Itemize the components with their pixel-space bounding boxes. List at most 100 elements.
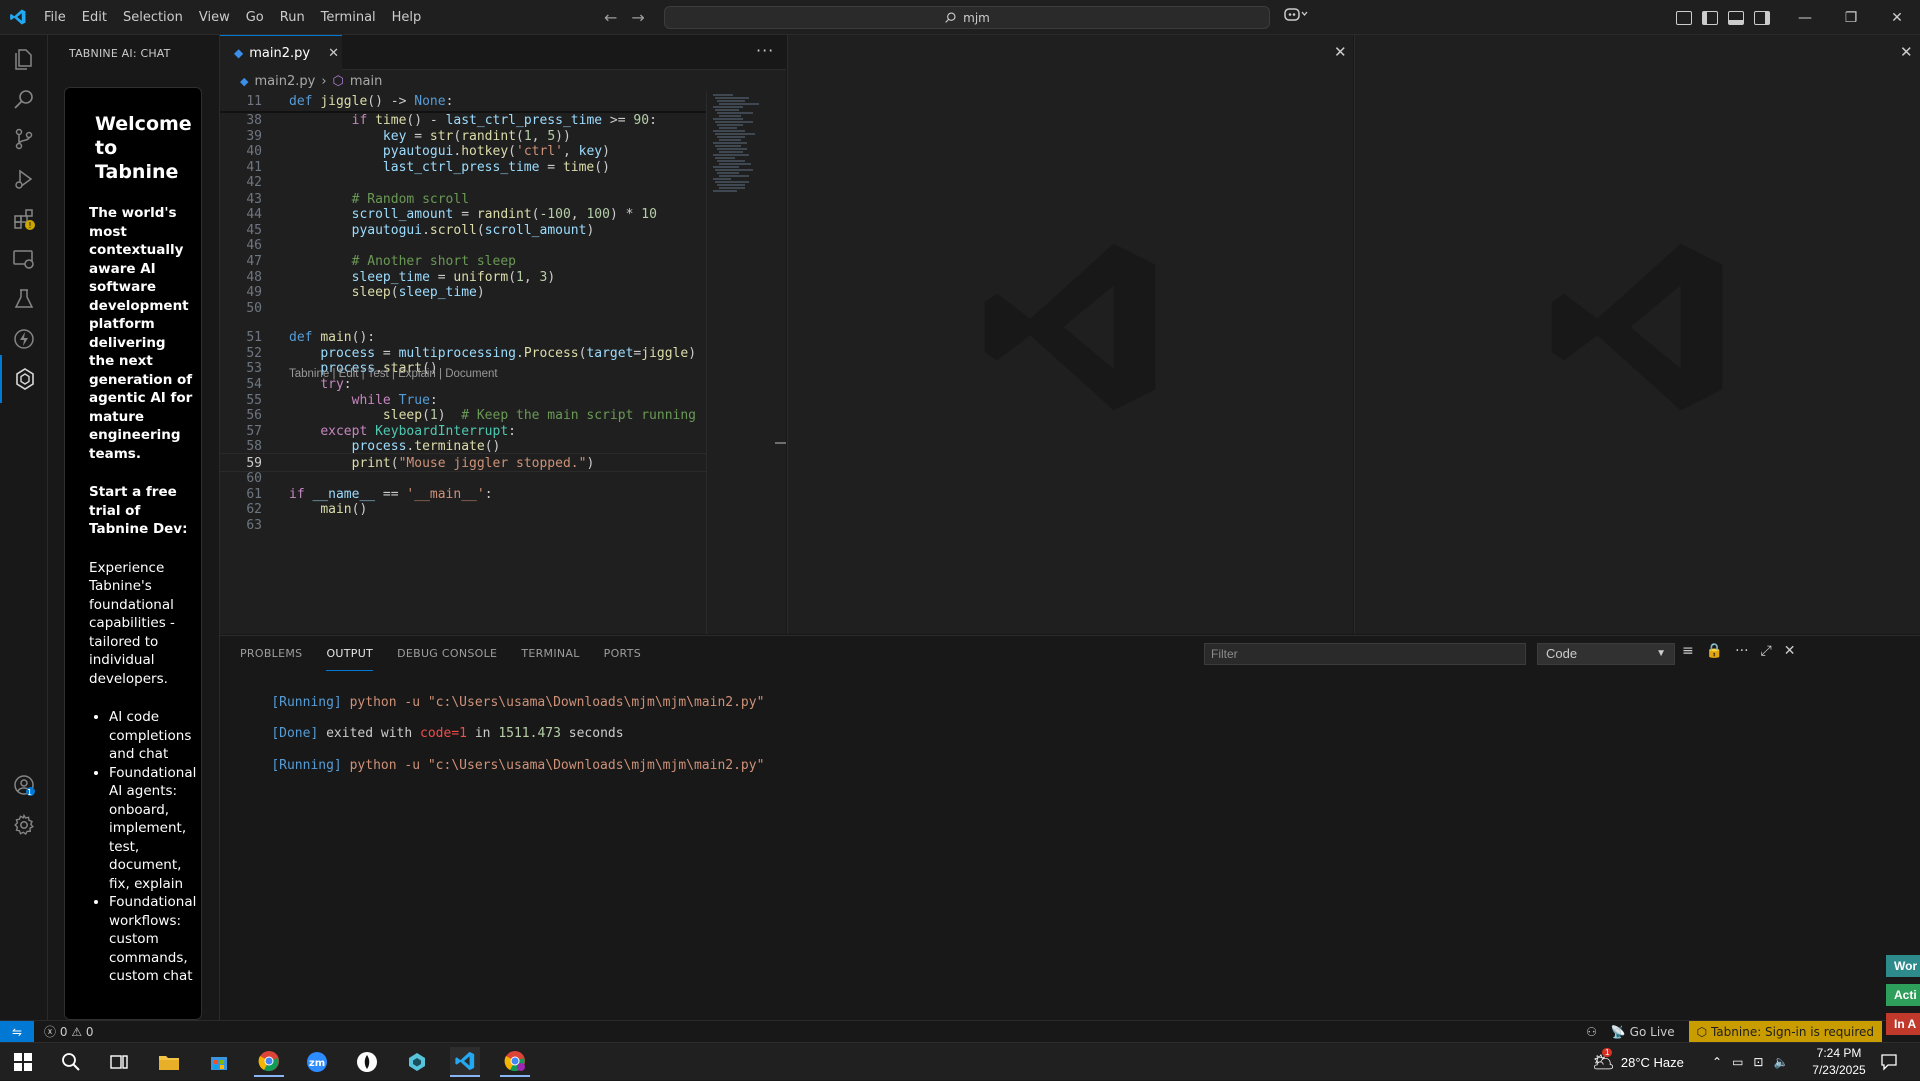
tabnine-status-button[interactable]: ⬡ Tabnine: Sign-in is required (1688, 1021, 1882, 1043)
system-tray: ⌃ ▭ ⊡ 🔈 (1712, 1043, 1788, 1081)
tab-debug-console[interactable]: DEBUG CONSOLE (397, 636, 497, 671)
output-channel-select[interactable]: Code ▼ (1537, 643, 1675, 665)
vscode-taskbar-icon[interactable] (450, 1047, 480, 1077)
more-actions-icon[interactable]: ··· (1735, 643, 1748, 659)
clock[interactable]: 7:24 PM 7/23/2025 (1806, 1045, 1872, 1079)
breadcrumb-symbol[interactable]: main (350, 74, 382, 89)
tabnine-codelens[interactable]: Tabnine | Edit | Test | Explain | Docume… (289, 368, 498, 380)
chrome-icon[interactable] (254, 1047, 284, 1077)
chevron-up-icon[interactable]: ⌃ (1712, 1055, 1722, 1069)
minimap-line (717, 124, 743, 126)
more-actions-icon[interactable]: ··· (756, 41, 774, 60)
minimap-line (713, 154, 749, 156)
code-editor[interactable]: 11 def jiggle() -> None: 38 if time() - la… (220, 92, 786, 634)
file-explorer-icon[interactable] (154, 1047, 184, 1077)
close-panel-icon[interactable]: ✕ (1784, 643, 1796, 659)
minimap-line (713, 106, 743, 108)
microsoft-store-icon[interactable] (204, 1047, 234, 1077)
minimap-line (719, 187, 745, 189)
restore-icon[interactable]: ❐ (1828, 0, 1874, 35)
tab-close-icon[interactable]: ✕ (328, 46, 339, 61)
close-group-icon[interactable]: ✕ (1334, 43, 1347, 61)
edge-notification-tab[interactable]: Acti (1886, 984, 1920, 1006)
clear-output-icon[interactable]: ≡ (1682, 643, 1694, 659)
tab-ports[interactable]: PORTS (604, 636, 641, 671)
menu-file[interactable]: File (36, 0, 74, 35)
menu-run[interactable]: Run (272, 0, 313, 35)
svg-text:!: ! (28, 221, 31, 230)
status-right: ⚇ 📡 Go Live ⬡ Tabnine: Sign-in is requir… (1586, 1021, 1882, 1043)
volume-muted-icon[interactable]: 🔈 (1773, 1055, 1788, 1069)
menu-terminal[interactable]: Terminal (313, 0, 384, 35)
menu-selection[interactable]: Selection (115, 0, 191, 35)
network-icon[interactable]: ⊡ (1753, 1055, 1763, 1069)
tab-label: main2.py (249, 45, 311, 61)
menu-view[interactable]: View (191, 0, 238, 35)
scrollbar-thumb[interactable] (775, 442, 786, 444)
code-line[interactable]: 11 def jiggle() -> None: (220, 92, 786, 111)
minimap-line (719, 103, 759, 105)
minimize-icon[interactable]: — (1782, 0, 1828, 35)
sidebar-title: TABNINE AI: CHAT (69, 47, 171, 60)
task-view-icon[interactable] (104, 1047, 134, 1077)
copilot-status-icon[interactable]: ⚇ (1586, 1025, 1597, 1039)
minimap-line (719, 163, 751, 165)
status-bar: ⇋ ⓧ 0 ⚠ 0 ⚇ 📡 Go Live ⬡ Tabnine: Sign-in… (0, 1020, 1920, 1043)
weather-widget[interactable]: 🌥 1 28°C Haze (1592, 1043, 1684, 1081)
menu-help[interactable]: Help (384, 0, 430, 35)
tab-terminal[interactable]: TERMINAL (521, 636, 579, 671)
zoom-icon[interactable]: zm (302, 1047, 332, 1077)
toggle-panel-icon[interactable] (1728, 10, 1744, 25)
line-number: 63 (246, 518, 262, 533)
problems-status[interactable]: ⓧ 0 ⚠ 0 (44, 1023, 94, 1040)
notification-center-icon[interactable] (1880, 1053, 1898, 1075)
minimap-line (715, 133, 755, 135)
back-arrow-icon[interactable]: ← (604, 8, 617, 27)
time-text: 7:24 PM (1816, 1046, 1862, 1060)
remote-indicator-icon[interactable]: ⇋ (0, 1020, 34, 1043)
code-line[interactable]: 50 (220, 299, 786, 318)
maximize-panel-icon[interactable]: ⤢ (1761, 643, 1772, 659)
forward-arrow-icon[interactable]: → (631, 8, 644, 27)
tab-problems[interactable]: PROBLEMS (240, 636, 302, 671)
layout-controls (1676, 0, 1770, 35)
edge-notification-tab[interactable]: In A (1886, 1013, 1920, 1035)
output-filter-input[interactable]: Filter (1204, 643, 1526, 665)
app-icon[interactable] (352, 1047, 382, 1077)
editor-tab-bar: ◆ main2.py ✕ ··· (220, 35, 786, 70)
minimap-line (717, 136, 745, 138)
close-group-icon[interactable]: ✕ (1900, 43, 1913, 61)
customize-layout-icon[interactable] (1676, 10, 1692, 25)
go-live-button[interactable]: 📡 Go Live (1611, 1025, 1675, 1039)
tab-output[interactable]: OUTPUT (326, 636, 374, 671)
method-symbol-icon: ⬡ (332, 73, 344, 89)
copilot-icon[interactable] (1284, 6, 1308, 26)
close-window-icon[interactable]: ✕ (1874, 0, 1920, 35)
menu-go[interactable]: Go (238, 0, 272, 35)
breadcrumb-file[interactable]: main2.py (254, 74, 315, 89)
minimap-line (717, 100, 745, 102)
code-line[interactable]: 63 (220, 516, 786, 535)
tab-main2-py[interactable]: ◆ main2.py ✕ (220, 35, 342, 70)
toggle-primary-sidebar-icon[interactable] (1702, 10, 1718, 25)
tabnine-tagline: The world's most contextually aware AI s… (89, 205, 193, 462)
menu-edit[interactable]: Edit (74, 0, 115, 35)
tabnine-welcome-panel: Welcome to Tabnine The world's most cont… (64, 87, 202, 1020)
code-text: def jiggle() -> None: (289, 94, 454, 109)
lock-scroll-icon[interactable]: 🔒 (1706, 643, 1723, 659)
minimap-line (715, 145, 741, 147)
chrome-profile-icon[interactable] (500, 1047, 530, 1077)
manage-gear-icon[interactable] (0, 801, 48, 849)
tabnine-icon[interactable] (0, 355, 48, 403)
minimap-line (715, 157, 735, 159)
edge-notification-tab[interactable]: Wor (1886, 955, 1920, 977)
search-taskbar-icon[interactable] (56, 1047, 86, 1077)
channel-value: Code (1546, 646, 1578, 661)
battery-icon[interactable]: ▭ (1732, 1055, 1743, 1069)
minimap-line (717, 172, 739, 174)
windsurf-icon[interactable] (402, 1047, 432, 1077)
toggle-secondary-sidebar-icon[interactable] (1754, 10, 1770, 25)
minimap[interactable] (706, 92, 786, 634)
command-center-search[interactable]: mjm (664, 6, 1270, 29)
windows-start-icon[interactable] (8, 1047, 38, 1077)
